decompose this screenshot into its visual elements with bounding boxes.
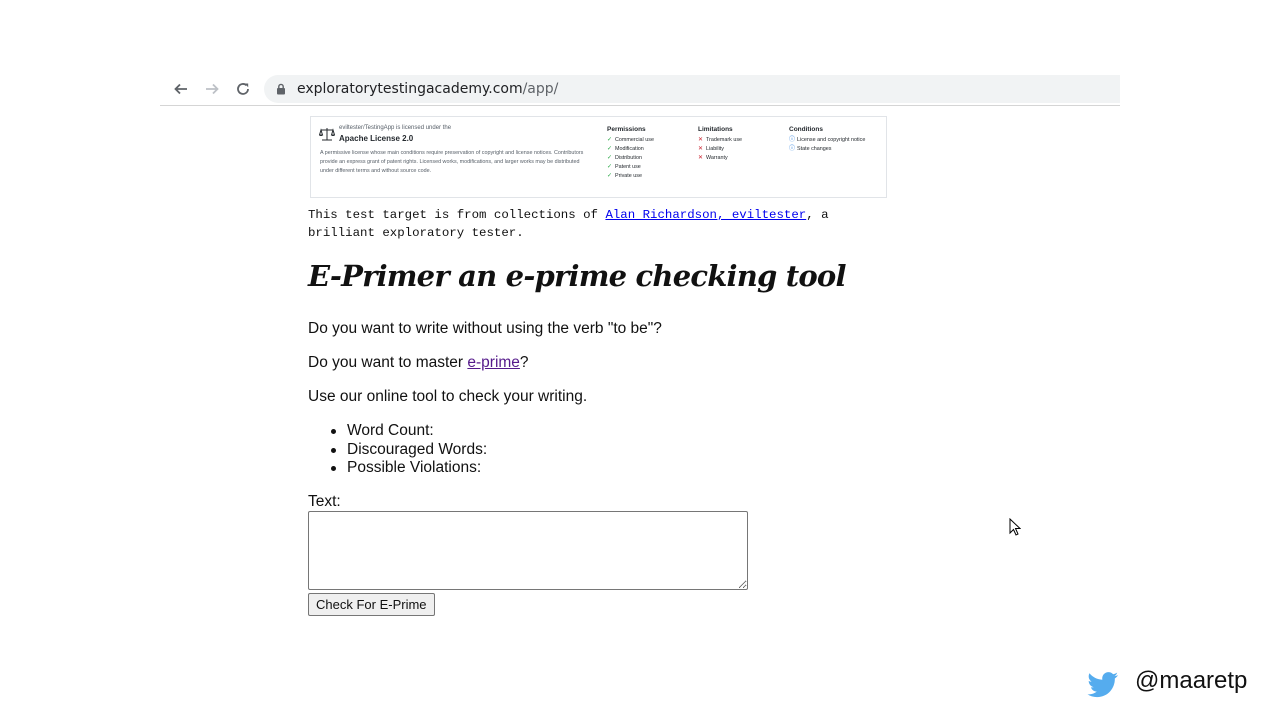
conditions-heading: Conditions xyxy=(789,126,823,133)
url-domain: exploratorytestingacademy.com xyxy=(297,81,523,97)
limitation-item: ✕ Liability xyxy=(698,146,724,152)
forward-button[interactable] xyxy=(201,78,223,100)
check-icon: ✓ xyxy=(607,137,613,143)
back-button[interactable] xyxy=(170,78,192,100)
arrow-left-icon xyxy=(174,83,187,95)
url-path: /app/ xyxy=(522,81,559,97)
conditions-column: Conditions ⓘ License and copyright notice… xyxy=(789,126,865,154)
reload-icon xyxy=(237,83,249,95)
lock-icon xyxy=(277,83,285,95)
permission-item: ✓ Modification xyxy=(607,146,644,152)
permissions-heading: Permissions xyxy=(607,126,646,133)
info-icon: ⓘ xyxy=(789,146,796,152)
x-icon: ✕ xyxy=(698,146,704,152)
limitations-heading: Limitations xyxy=(698,126,733,133)
permission-item: ✓ Patent use xyxy=(607,164,641,170)
stats-list: Word Count: Discouraged Words: Possible … xyxy=(328,422,487,478)
discouraged-words-label: Discouraged Words: xyxy=(328,441,487,460)
master-question: Do you want to master e-prime? xyxy=(308,354,529,371)
tool-description: Use our online tool to check your writin… xyxy=(308,388,588,405)
intro-question: Do you want to write without using the v… xyxy=(308,320,662,337)
permission-item: ✓ Distribution xyxy=(607,155,642,161)
x-icon: ✕ xyxy=(698,155,704,161)
permission-item: ✓ Private use xyxy=(607,173,642,179)
license-subtitle: eviltester/TestingApp is licensed under … xyxy=(339,125,452,131)
text-input[interactable] xyxy=(308,511,748,590)
source-credit: This test target is from collections of … xyxy=(308,208,829,240)
permission-item: ✓ Commercial use xyxy=(607,137,654,143)
mouse-cursor-icon xyxy=(1009,518,1021,536)
scale-icon xyxy=(319,128,335,141)
page-title: E-Primer an e-prime checking tool xyxy=(308,259,846,293)
check-eprime-button[interactable]: Check For E-Prime xyxy=(308,593,435,616)
condition-item: ⓘ State changes xyxy=(789,146,832,152)
permissions-column: Permissions ✓ Commercial use ✓ Modificatio… xyxy=(607,126,654,181)
e-prime-link[interactable]: e-prime xyxy=(467,354,520,371)
possible-violations-label: Possible Violations: xyxy=(328,459,487,478)
license-card: eviltester/TestingApp is licensed under … xyxy=(310,116,887,198)
arrow-right-icon xyxy=(206,83,219,95)
url-text: exploratorytestingacademy.com/app/ xyxy=(297,81,558,97)
limitation-item: ✕ Trademark use xyxy=(698,137,743,143)
condition-item: ⓘ License and copyright notice xyxy=(789,137,866,143)
twitter-icon xyxy=(1087,672,1119,698)
browser-toolbar: exploratorytestingacademy.com/app/ xyxy=(160,72,1120,106)
check-icon: ✓ xyxy=(607,146,613,152)
license-description: A permissive license whose main conditio… xyxy=(320,150,584,174)
text-label: Text: xyxy=(308,493,341,510)
x-icon: ✕ xyxy=(698,137,704,143)
check-icon: ✓ xyxy=(607,155,613,161)
license-name: Apache License 2.0 xyxy=(339,134,414,143)
limitation-item: ✕ Warranty xyxy=(698,155,728,161)
twitter-handle: @maaretp xyxy=(1135,667,1248,694)
address-bar[interactable]: exploratorytestingacademy.com/app/ xyxy=(264,75,1120,103)
info-icon: ⓘ xyxy=(789,137,796,143)
check-icon: ✓ xyxy=(607,164,613,170)
author-link[interactable]: Alan Richardson, eviltester xyxy=(605,208,806,222)
reload-button[interactable] xyxy=(232,78,254,100)
word-count-label: Word Count: xyxy=(328,422,487,441)
check-icon: ✓ xyxy=(607,173,613,179)
limitations-column: Limitations ✕ Trademark use ✕ Liability ✕ W… xyxy=(698,126,742,163)
